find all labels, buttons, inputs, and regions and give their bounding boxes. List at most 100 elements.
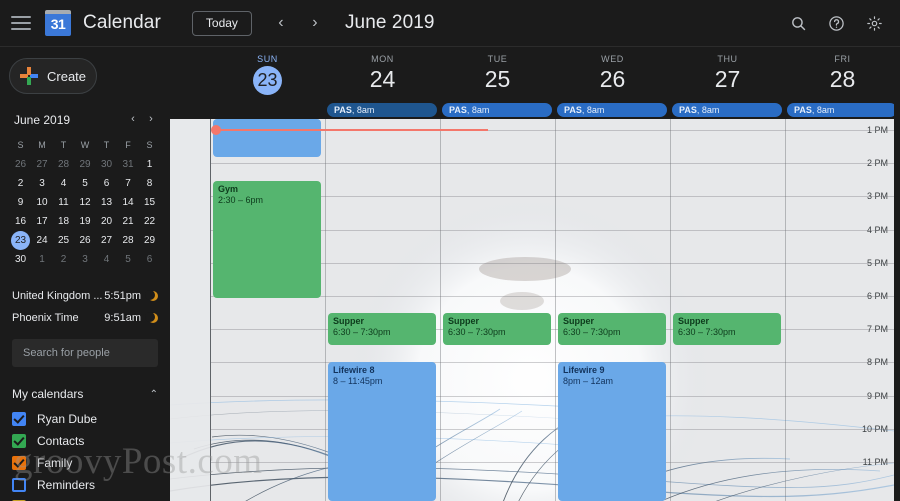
all-day-event[interactable]: PAS, 8am <box>557 103 667 117</box>
day-header-thu[interactable]: THU 27 <box>670 47 785 92</box>
day-header-mon[interactable]: MON 24 <box>325 47 440 92</box>
help-icon[interactable] <box>820 7 852 39</box>
mini-calendar-day[interactable]: 3 <box>32 174 53 193</box>
mini-calendar-day[interactable]: 13 <box>96 193 117 212</box>
all-day-event[interactable]: PAS, 8am <box>672 103 782 117</box>
mini-calendar-day[interactable]: 30 <box>10 250 31 269</box>
vertical-scrollbar[interactable] <box>894 47 900 501</box>
event-time: 6:30 – 7:30pm <box>448 327 506 337</box>
calendar-list-item[interactable]: Ryan Dube <box>0 408 170 430</box>
gear-icon[interactable] <box>858 7 890 39</box>
calendar-list-item[interactable]: Tasks <box>0 496 170 501</box>
mini-calendar-day[interactable]: 12 <box>75 193 96 212</box>
calendar-list-item[interactable]: Reminders <box>0 474 170 496</box>
mini-calendar-day[interactable]: 19 <box>75 212 96 231</box>
chevron-up-icon[interactable]: ⌃ <box>150 389 158 400</box>
mini-calendar-day[interactable]: 17 <box>32 212 53 231</box>
mini-calendar-day[interactable]: 30 <box>96 155 117 174</box>
event-time: 6:30 – 7:30pm <box>333 327 391 337</box>
time-grid[interactable]: 1 PM 2 PM 3 PM 4 PM 5 PM 6 PM 7 PM 8 PM 9 PM 10 P… <box>170 119 894 501</box>
mini-calendar-day[interactable]: 24 <box>32 231 53 250</box>
all-day-event[interactable]: PAS, 8am <box>327 103 437 117</box>
mini-calendar-day[interactable]: 21 <box>118 212 139 231</box>
mini-calendar-month: June 2019 <box>14 113 71 127</box>
mini-calendar-day[interactable]: 27 <box>32 155 53 174</box>
mini-calendar-day[interactable]: 4 <box>53 174 74 193</box>
mini-calendar-day[interactable]: 14 <box>118 193 139 212</box>
mini-calendar-dow: S <box>17 140 24 150</box>
mini-calendar-day[interactable]: 28 <box>118 231 139 250</box>
mini-calendar-day[interactable]: 29 <box>139 231 160 250</box>
mini-calendar-day[interactable]: 26 <box>75 231 96 250</box>
event-time: 8 – 11:45pm <box>333 376 383 386</box>
mini-calendar-day[interactable]: 2 <box>53 250 74 269</box>
mini-calendar-day[interactable]: 27 <box>96 231 117 250</box>
mini-calendar-next-button[interactable]: › <box>142 111 160 129</box>
mini-calendar-day[interactable]: 6 <box>139 250 160 269</box>
search-icon[interactable] <box>782 7 814 39</box>
mini-calendar-day[interactable]: 25 <box>53 231 74 250</box>
mini-calendar-day[interactable]: 1 <box>32 250 53 269</box>
mini-calendar-day[interactable]: 4 <box>96 250 117 269</box>
previous-period-button[interactable]: ‹ <box>269 11 293 35</box>
mini-calendar-day[interactable]: 20 <box>96 212 117 231</box>
mini-calendar-day[interactable]: 31 <box>118 155 139 174</box>
day-header-row: SUN 23 MON 24 TUE 25 WED 26 THU 27 FRI 28 <box>170 47 894 101</box>
day-header-sun[interactable]: SUN 23 <box>210 47 325 95</box>
calendar-event[interactable]: Supper 6:30 – 7:30pm <box>328 313 436 345</box>
calendar-event[interactable]: Supper 6:30 – 7:30pm <box>558 313 666 345</box>
mini-calendar-dow: M <box>38 140 46 150</box>
mini-calendar-day[interactable]: 5 <box>118 250 139 269</box>
mini-calendar-day[interactable]: 8 <box>139 174 160 193</box>
day-number: 27 <box>714 66 741 92</box>
mini-calendar-day[interactable]: 9 <box>10 193 31 212</box>
hour-line <box>210 428 894 430</box>
current-time-line <box>216 129 488 131</box>
mini-calendar-day[interactable]: 6 <box>96 174 117 193</box>
mini-calendar-day[interactable]: 10 <box>32 193 53 212</box>
mini-calendar-day[interactable]: 28 <box>53 155 74 174</box>
mini-calendar-day[interactable]: 26 <box>10 155 31 174</box>
calendar-list-item[interactable]: Contacts <box>0 430 170 452</box>
mini-calendar-day[interactable]: 5 <box>75 174 96 193</box>
day-header-tue[interactable]: TUE 25 <box>440 47 555 92</box>
calendar-list-item[interactable]: Family <box>0 452 170 474</box>
calendar-checkbox[interactable] <box>12 434 26 448</box>
mini-calendar-day[interactable]: 22 <box>139 212 160 231</box>
today-button[interactable]: Today <box>191 10 252 36</box>
all-day-event[interactable]: PAS, 8am <box>442 103 552 117</box>
mini-calendar-day[interactable]: 1 <box>139 155 160 174</box>
mini-calendar-day[interactable]: 7 <box>118 174 139 193</box>
mini-calendar-day[interactable]: 15 <box>139 193 160 212</box>
mini-calendar-day[interactable]: 3 <box>75 250 96 269</box>
day-header-wed[interactable]: WED 26 <box>555 47 670 92</box>
mini-calendar-day[interactable]: 29 <box>75 155 96 174</box>
next-period-button[interactable]: › <box>303 11 327 35</box>
mini-calendar-prev-button[interactable]: ‹ <box>124 111 142 129</box>
create-button[interactable]: Create <box>9 58 97 94</box>
mini-calendar-day[interactable]: 16 <box>10 212 31 231</box>
calendar-event[interactable]: Lifewire 9 8pm – 12am <box>558 362 666 501</box>
world-clock-name: Phoenix Time <box>12 312 79 324</box>
calendar-event[interactable]: Supper 6:30 – 7:30pm <box>443 313 551 345</box>
day-header-fri[interactable]: FRI 28 <box>785 47 900 92</box>
mini-calendar-day[interactable]: 11 <box>53 193 74 212</box>
search-for-people-placeholder: Search for people <box>23 347 110 359</box>
all-day-event[interactable]: PAS, 8am <box>787 103 897 117</box>
mini-calendar-day[interactable]: 23 <box>11 231 30 250</box>
calendar-logo-icon[interactable]: 31 <box>45 10 71 36</box>
hour-line <box>210 163 894 165</box>
my-calendars-section-header[interactable]: My calendars ⌃ <box>0 387 170 401</box>
calendar-event[interactable]: Lifewire 88 – 11:45pm <box>328 362 436 501</box>
search-for-people-input[interactable]: Search for people <box>12 339 158 367</box>
plus-icon <box>20 67 38 85</box>
calendar-event[interactable]: Supper 6:30 – 7:30pm <box>673 313 781 345</box>
calendar-checkbox[interactable] <box>12 456 26 470</box>
calendar-event[interactable]: Gym 2:30 – 6pm <box>213 181 321 298</box>
mini-calendar-day[interactable]: 18 <box>53 212 74 231</box>
calendar-event[interactable] <box>213 119 321 157</box>
hamburger-menu-icon[interactable] <box>11 16 31 30</box>
calendar-checkbox[interactable] <box>12 412 26 426</box>
calendar-checkbox[interactable] <box>12 478 26 492</box>
mini-calendar-day[interactable]: 2 <box>10 174 31 193</box>
